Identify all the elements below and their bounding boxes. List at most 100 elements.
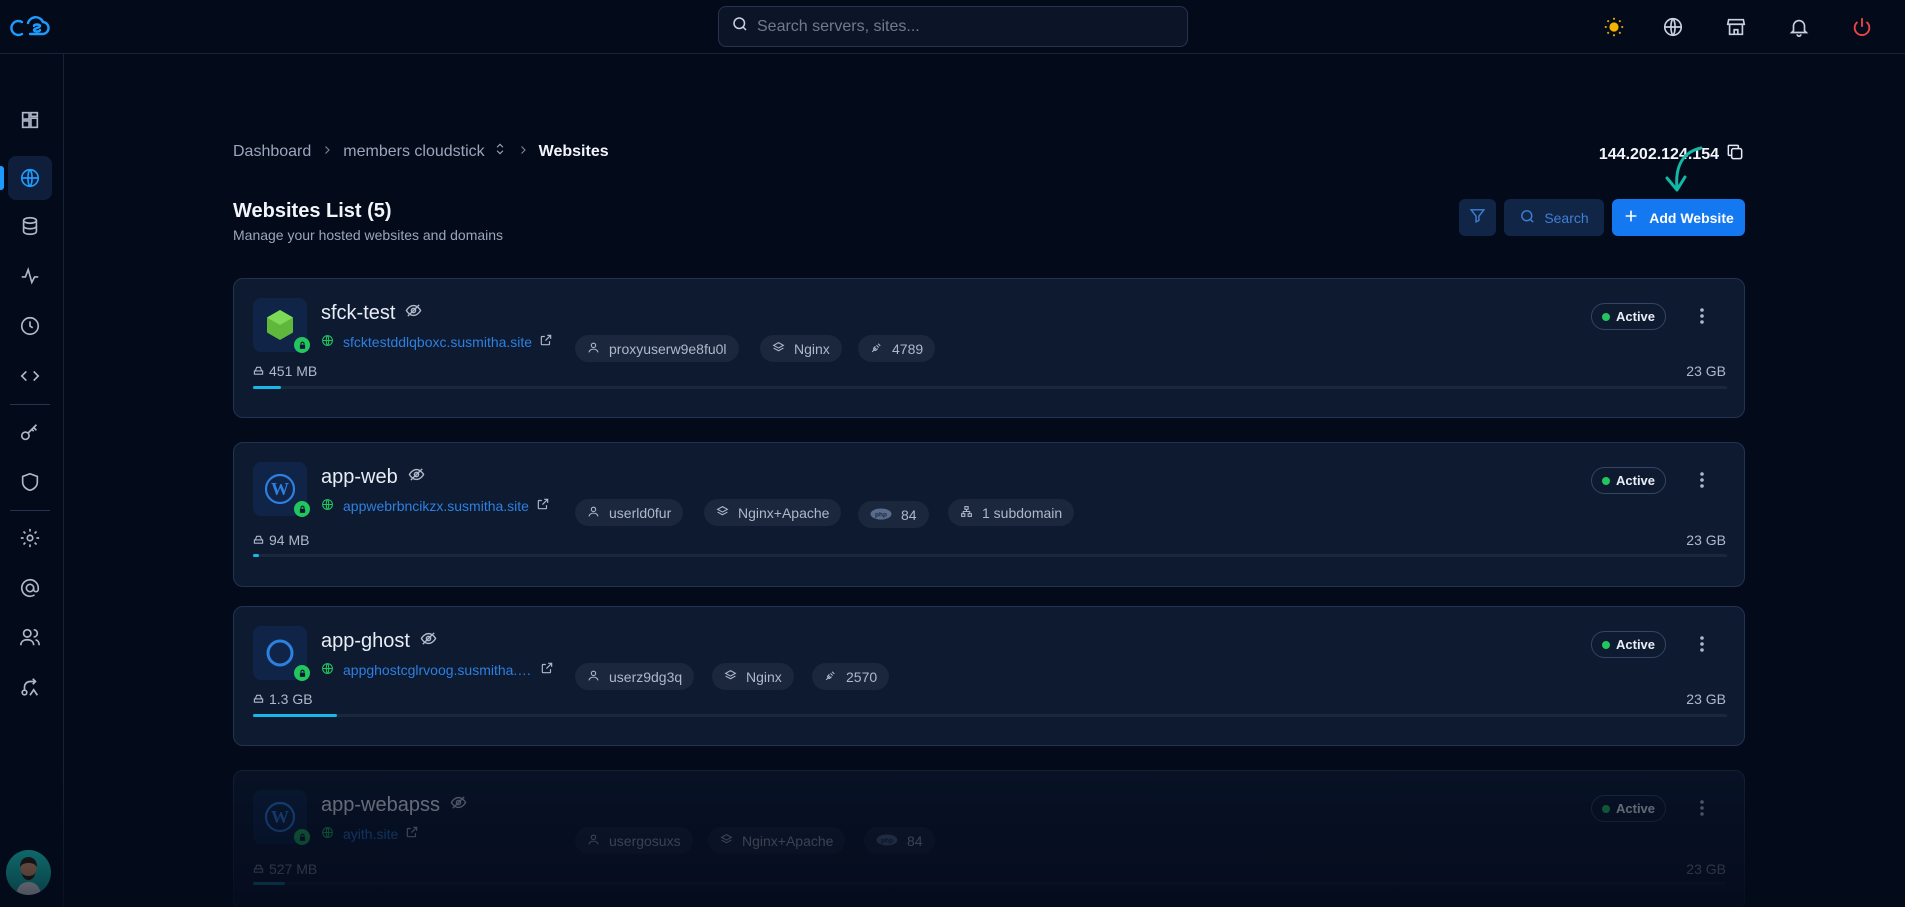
more-options-icon[interactable] [1691,469,1713,491]
php-chip-text: 84 [907,832,923,849]
layers-icon [720,833,733,849]
svg-text:W: W [271,479,289,499]
website-name[interactable]: app-webapss [321,794,467,817]
user-chip-text: userld0fur [609,504,672,521]
website-card[interactable]: W app-web appwebrbncikzx.susmitha.site u… [233,442,1745,587]
plug-icon [870,341,883,357]
chevron-right-icon [517,143,529,161]
users-icon[interactable] [8,615,52,659]
add-website-button[interactable]: Add Website [1612,199,1745,236]
ssl-lock-icon [294,337,310,353]
php-icon: php [876,833,898,849]
clock-icon[interactable] [8,304,52,348]
domain-link[interactable]: sfcktestddlqboxc.susmitha.site [343,334,532,350]
external-link-icon[interactable] [540,661,554,678]
layers-icon [772,341,785,357]
page-title: Websites List (5) [233,200,392,222]
port-chip-text: 4789 [892,340,924,357]
more-options-icon[interactable] [1691,797,1713,819]
external-link-icon[interactable] [405,825,419,842]
stack-chip: Nginx+Apache [704,499,842,526]
copy-icon[interactable] [1725,142,1745,167]
stack-chip: Nginx+Apache [708,827,846,854]
sidebar-active-indicator [0,166,4,190]
disk-usage: 1.3 GB [253,691,313,707]
svg-text:W: W [271,807,289,827]
route-icon[interactable] [8,665,52,709]
port-chip: 4789 [858,335,936,362]
websites-icon[interactable] [8,156,52,200]
search-button[interactable]: Search [1504,199,1604,236]
email-icon[interactable] [8,566,52,610]
php-chip: php 84 [864,827,935,854]
domain-link[interactable]: appwebrbncikzx.susmitha.site [343,498,529,514]
port-chip: 2570 [812,663,890,690]
status-text: Active [1616,801,1656,816]
status-text: Active [1616,637,1656,652]
settings-icon[interactable] [8,516,52,560]
svg-text:php: php [875,511,887,518]
logo-icon[interactable] [10,14,56,40]
external-link-icon[interactable] [539,333,553,350]
php-chip-text: 84 [901,506,917,523]
layers-icon [716,505,729,521]
drive-icon [253,532,264,548]
disk-usage: 94 MB [253,532,309,548]
website-domain[interactable]: appghostcglrvoog.susmitha.s... [321,661,554,678]
dashboard-icon[interactable] [8,98,52,142]
key-icon[interactable] [8,411,52,455]
page-subtitle: Manage your hosted websites and domains [233,227,504,243]
main-content: Dashboard members cloudstick Websites 14… [233,0,1745,907]
domain-link[interactable]: ayith.site [343,826,398,842]
disk-usage-bar [253,554,1727,557]
website-name[interactable]: app-ghost [321,630,437,653]
more-options-icon[interactable] [1691,633,1713,655]
filter-button[interactable] [1459,199,1496,236]
stack-chip: Nginx [712,663,794,690]
filter-icon [1469,207,1486,229]
disk-total: 23 GB [1686,861,1726,877]
website-name[interactable]: app-web [321,466,425,489]
website-domain[interactable]: appwebrbncikzx.susmitha.site [321,497,550,514]
website-card[interactable]: W app-webapss ayith.site usergosuxs Ngin… [233,770,1745,907]
breadcrumb-server[interactable]: members cloudstick [343,143,484,161]
eye-off-icon[interactable] [420,630,437,653]
website-card[interactable]: sfck-test sfcktestddlqboxc.susmitha.site… [233,278,1745,418]
port-chip-text: 2570 [846,668,878,685]
disk-usage-text: 527 MB [269,861,318,877]
disk-usage-text: 94 MB [269,532,310,548]
domain-link[interactable]: appghostcglrvoog.susmitha.s... [343,662,533,678]
chevron-up-down-icon[interactable] [493,142,507,161]
power-icon[interactable] [1849,14,1875,40]
shield-icon[interactable] [8,460,52,504]
external-link-icon[interactable] [536,497,550,514]
user-chip: userld0fur [575,499,684,526]
website-name[interactable]: sfck-test [321,302,422,325]
eye-off-icon[interactable] [450,794,467,817]
website-domain[interactable]: sfcktestddlqboxc.susmitha.site [321,333,553,350]
stack-chip: Nginx [760,335,842,362]
chevron-right-icon [321,143,333,161]
disk-usage-fill [253,714,338,717]
eye-off-icon[interactable] [405,302,422,325]
php-chip: php 84 [858,501,929,528]
user-avatar[interactable] [6,850,51,895]
website-domain[interactable]: ayith.site [321,825,419,842]
stack-chip-text: Nginx+Apache [738,504,830,521]
disk-usage-bar [253,714,1727,717]
pointer-arrow-icon [1665,146,1703,192]
php-icon: php [870,507,892,523]
code-icon[interactable] [8,354,52,398]
plug-icon [824,669,837,685]
status-dot [1602,312,1610,321]
stack-chip-text: Nginx [794,340,830,357]
eye-off-icon[interactable] [408,466,425,489]
activity-icon[interactable] [8,254,52,298]
bell-icon[interactable] [1786,14,1812,40]
subdomain-chip: 1 subdomain [948,499,1075,526]
more-options-icon[interactable] [1691,305,1713,327]
database-icon[interactable] [8,204,52,248]
breadcrumb-dashboard[interactable]: Dashboard [233,143,311,161]
status-dot [1602,804,1610,813]
website-card[interactable]: app-ghost appghostcglrvoog.susmitha.s...… [233,606,1745,746]
